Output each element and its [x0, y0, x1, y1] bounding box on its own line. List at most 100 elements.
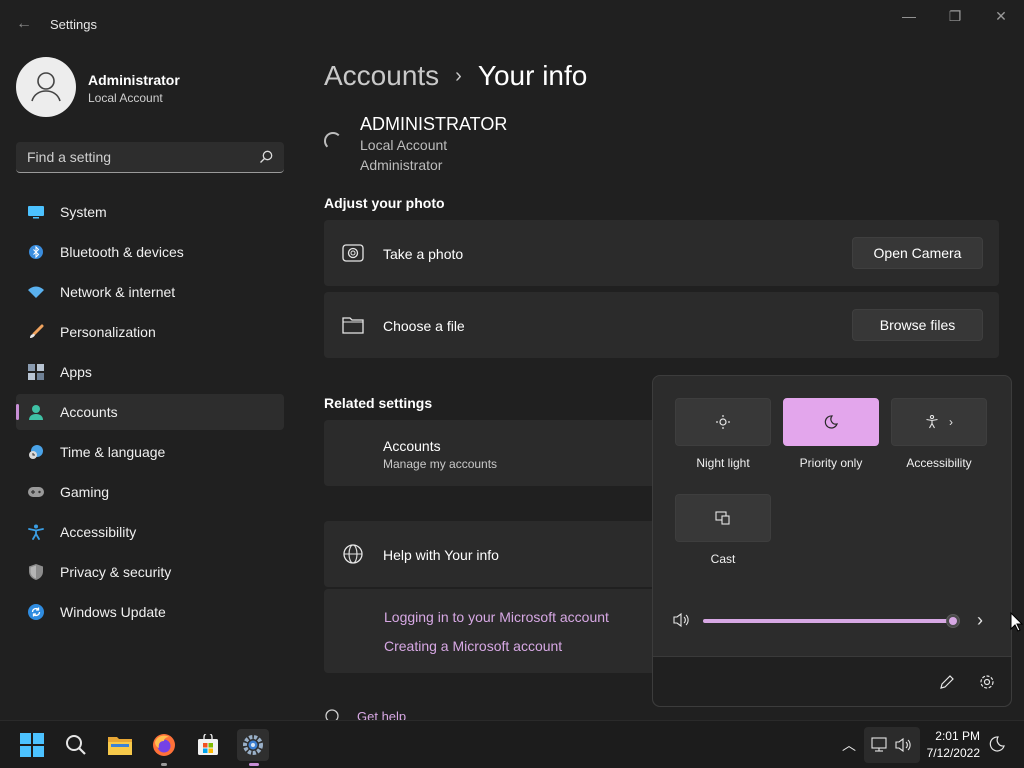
sidebar-item-apps[interactable]: Apps [16, 354, 284, 390]
breadcrumb-parent[interactable]: Accounts [324, 60, 439, 92]
take-photo-card: Take a photo Open Camera [324, 220, 999, 286]
help-link-creating-account[interactable]: Creating a Microsoft account [384, 638, 562, 654]
back-arrow-icon: ← [16, 15, 32, 32]
sidebar-item-accessibility[interactable]: Accessibility [16, 514, 284, 550]
sidebar-item-label: Bluetooth & devices [60, 244, 184, 260]
settings-active-indicator [249, 763, 259, 766]
quick-settings-footer [653, 656, 1011, 706]
sidebar-item-label: Privacy & security [60, 564, 172, 580]
edit-pencil-icon[interactable] [939, 674, 955, 690]
accessibility-tile[interactable]: › [891, 398, 987, 446]
show-hidden-icons-chevron-icon[interactable]: ︿ [842, 735, 856, 755]
firefox-icon [153, 734, 175, 756]
sidebar-nav: System Bluetooth & devices Network & int… [16, 194, 284, 634]
app-title: Settings [50, 17, 97, 32]
night-light-tile[interactable] [675, 398, 771, 446]
page-title: Your info [477, 60, 588, 91]
minimize-icon: — [902, 8, 916, 24]
sidebar-item-accounts[interactable]: Accounts [16, 394, 284, 430]
taskbar-clock-time[interactable]: 2:01 PM [935, 729, 980, 743]
priority-only-tile[interactable] [783, 398, 879, 446]
avatar[interactable] [16, 57, 76, 117]
sidebar-item-bluetooth[interactable]: Bluetooth & devices [16, 234, 284, 270]
browse-files-button[interactable]: Browse files [852, 309, 983, 341]
search-input[interactable] [16, 142, 256, 172]
sidebar-item-label: Windows Update [60, 604, 166, 620]
firefox-button[interactable] [148, 729, 180, 761]
microsoft-store-button[interactable] [192, 729, 224, 761]
settings-app-button[interactable] [237, 729, 269, 761]
sidebar-item-system[interactable]: System [16, 194, 284, 230]
sidebar-item-privacy-security[interactable]: Privacy & security [16, 554, 284, 590]
folder-icon [108, 737, 132, 755]
sidebar-item-personalization[interactable]: Personalization [16, 314, 284, 350]
chevron-right-icon: › [949, 415, 953, 429]
sidebar-item-label: Network & internet [60, 284, 176, 300]
accessibility-icon [926, 415, 938, 429]
account-type: Local Account [360, 137, 448, 153]
sidebar-item-windows-update[interactable]: Windows Update [16, 594, 284, 630]
sidebar-item-label: Accounts [60, 404, 118, 420]
choose-file-label: Choose a file [383, 318, 465, 334]
moon-icon [824, 415, 838, 429]
help-link-logging-in[interactable]: Logging in to your Microsoft account [384, 609, 609, 625]
apps-icon [28, 364, 44, 380]
windows-logo-icon [20, 733, 44, 757]
related-accounts-sub: Manage my accounts [383, 457, 498, 471]
taskbar-search-button[interactable] [60, 729, 92, 761]
sidebar-item-gaming[interactable]: Gaming [16, 474, 284, 510]
file-explorer-button[interactable] [104, 729, 136, 761]
priority-only-label: Priority only [799, 456, 863, 470]
speaker-icon[interactable] [673, 612, 691, 628]
breadcrumb: Accounts › Your info [324, 58, 587, 94]
profile-name: Administrator [88, 72, 180, 88]
sidebar-item-time-language[interactable]: Time & language [16, 434, 284, 470]
person-icon [28, 404, 44, 420]
title-bar: ← Settings — ❐ ✕ [0, 0, 1024, 48]
back-button[interactable]: ← [12, 14, 36, 34]
folder-icon [342, 317, 364, 334]
sidebar-item-label: Gaming [60, 484, 110, 500]
close-icon: ✕ [995, 8, 1007, 24]
volume-slider-thumb[interactable] [946, 614, 960, 628]
mouse-cursor-icon [1010, 612, 1024, 632]
accessibility-icon [28, 524, 44, 540]
sidebar-item-label: Accessibility [60, 524, 137, 540]
maximize-icon: ❐ [948, 8, 962, 24]
quick-settings-flyout: Night light Priority only › Accessibilit… [652, 375, 1012, 707]
network-icon [871, 737, 887, 752]
start-button[interactable] [16, 729, 48, 761]
related-section-title: Related settings [324, 395, 433, 411]
maximize-button[interactable]: ❐ [932, 6, 978, 26]
close-button[interactable]: ✕ [978, 6, 1024, 26]
focus-assist-moon-icon[interactable] [989, 736, 1005, 752]
brush-icon [28, 324, 44, 340]
firefox-running-indicator [161, 763, 167, 766]
account-name: ADMINISTRATOR [360, 114, 508, 134]
cast-tile[interactable] [675, 494, 771, 542]
sidebar-item-label: Apps [60, 364, 92, 380]
sidebar-item-label: System [60, 204, 107, 220]
minimize-button[interactable]: — [886, 6, 932, 26]
search-box[interactable] [16, 142, 284, 173]
brightness-icon [716, 415, 730, 429]
cast-label: Cast [710, 552, 736, 566]
volume-slider-track[interactable] [703, 619, 953, 623]
profile-type: Local Account [88, 91, 163, 105]
search-icon[interactable] [258, 149, 274, 165]
bluetooth-icon [28, 244, 44, 260]
wifi-icon [28, 284, 44, 300]
sync-icon [28, 604, 44, 620]
loading-spinner-icon [324, 132, 342, 150]
monitor-icon [28, 204, 44, 220]
audio-output-chevron-icon[interactable]: › [977, 610, 983, 631]
breadcrumb-separator: › [455, 64, 462, 87]
gear-icon[interactable] [979, 674, 995, 690]
related-accounts-label: Accounts [383, 438, 441, 454]
globe-clock-icon [28, 444, 44, 460]
quick-settings-tray-button[interactable] [864, 727, 920, 763]
get-help-link[interactable]: Get help [357, 709, 406, 720]
open-camera-button[interactable]: Open Camera [852, 237, 983, 269]
sidebar-item-network[interactable]: Network & internet [16, 274, 284, 310]
taskbar-clock-date[interactable]: 7/12/2022 [927, 746, 980, 760]
